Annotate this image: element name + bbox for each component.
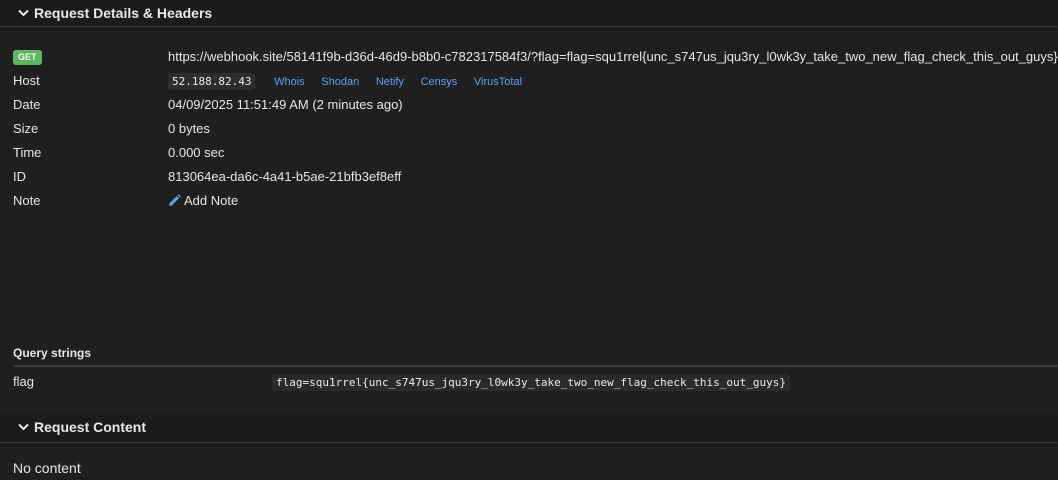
date-row: Date 04/09/2025 11:51:49 AM (2 minutes a… <box>0 92 1058 116</box>
id-value: 813064ea-da6c-4a41-b5ae-21bfb3ef8eff <box>168 168 402 184</box>
chevron-down-icon <box>17 7 29 19</box>
request-url-row: GET https://webhook.site/58141f9b-d36d-4… <box>0 44 1058 68</box>
note-label: Note <box>13 192 41 208</box>
query-string-key: flag <box>13 373 34 389</box>
request-content-body: No content <box>0 456 1058 480</box>
date-label: Date <box>13 96 41 112</box>
date-value: 04/09/2025 11:51:49 AM (2 minutes ago) <box>168 96 403 112</box>
pencil-icon <box>168 193 181 207</box>
request-details-title: Request Details & Headers <box>34 5 213 21</box>
query-strings-title: Query strings <box>13 346 92 360</box>
size-label: Size <box>13 120 39 136</box>
shodan-link[interactable]: Shodan <box>321 76 359 88</box>
query-string-row: flag flag=squ1rrel{unc_s747us_jqu3ry_l0w… <box>0 369 1058 393</box>
id-row: ID 813064ea-da6c-4a41-b5ae-21bfb3ef8eff <box>0 164 1058 188</box>
time-value: 0.000 sec <box>168 144 225 160</box>
no-content-text: No content <box>13 460 81 476</box>
add-note-button[interactable]: Add Note <box>168 193 238 208</box>
query-strings-divider <box>13 365 1058 367</box>
request-content-header[interactable]: Request Content <box>0 412 1058 443</box>
note-row: Note Add Note <box>0 188 1058 212</box>
censys-link[interactable]: Censys <box>421 76 458 88</box>
request-content-title: Request Content <box>34 419 146 435</box>
host-row: Host 52.188.82.43 Whois Shodan Netify Ce… <box>0 68 1058 92</box>
netify-link[interactable]: Netify <box>376 76 404 88</box>
time-row: Time 0.000 sec <box>0 140 1058 164</box>
method-badge: GET <box>13 50 42 65</box>
host-label: Host <box>13 72 40 88</box>
whois-link[interactable]: Whois <box>274 76 305 88</box>
time-label: Time <box>13 144 42 160</box>
size-row: Size 0 bytes <box>0 116 1058 140</box>
chevron-down-icon <box>17 421 29 433</box>
id-label: ID <box>13 168 26 184</box>
host-ip: 52.188.82.43 <box>168 72 256 90</box>
request-url-link[interactable]: https://webhook.site/58141f9b-d36d-46d9-… <box>168 49 1058 64</box>
host-value: 52.188.82.43 Whois Shodan Netify Censys … <box>168 72 522 90</box>
query-string-value: flag=squ1rrel{unc_s747us_jqu3ry_l0wk3y_t… <box>272 373 790 391</box>
request-details-header[interactable]: Request Details & Headers <box>0 0 1058 27</box>
query-string-value-wrap: flag=squ1rrel{unc_s747us_jqu3ry_l0wk3y_t… <box>272 373 790 391</box>
size-value: 0 bytes <box>168 120 210 136</box>
virustotal-link[interactable]: VirusTotal <box>474 76 522 88</box>
add-note-label: Add Note <box>184 192 239 208</box>
